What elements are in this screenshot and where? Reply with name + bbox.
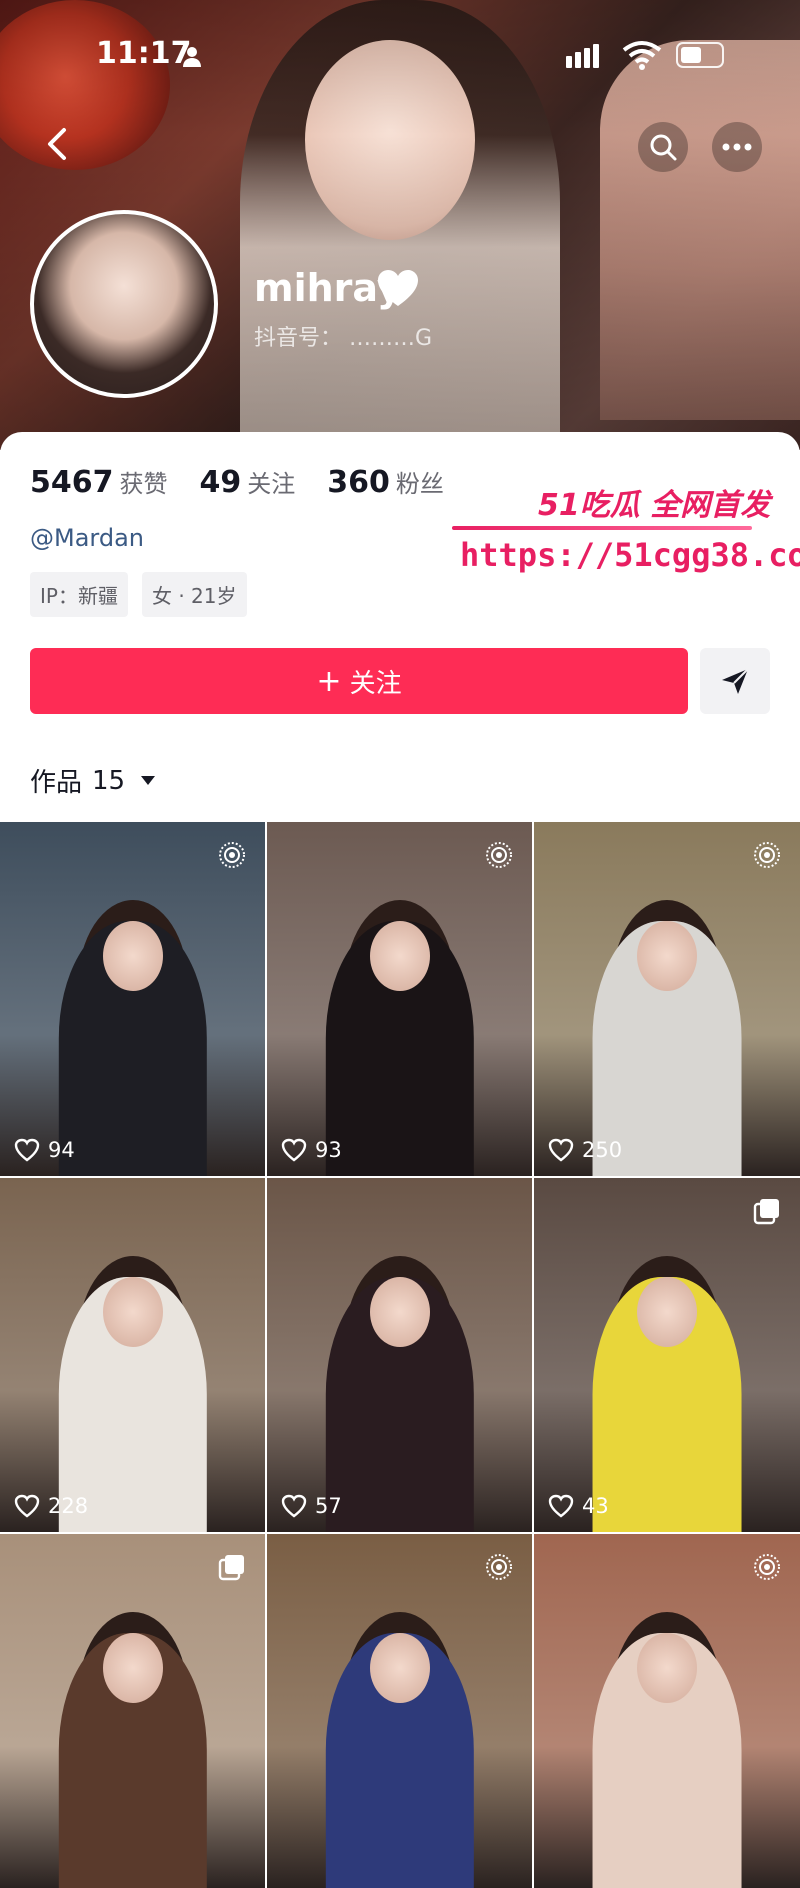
post-subject-face [102,1633,163,1704]
post-like-value: 94 [48,1138,75,1162]
multi-image-icon [217,1552,247,1582]
user-handle: @Mardan [30,524,145,552]
post-tile[interactable] [0,1534,265,1888]
live-photo-icon [484,1552,514,1582]
post-like-value: 250 [582,1138,623,1162]
works-tab[interactable]: 作品 15 [30,762,156,799]
post-subject-face [637,921,697,992]
person-icon [183,47,201,67]
post-like-value: 93 [315,1138,342,1162]
profile-tags: IP：新疆 女 · 21岁 [30,572,247,617]
stat-likes[interactable]: 5467 获赞 [30,464,168,500]
stat-followers-label: 粉丝 [395,470,444,498]
search-button[interactable] [638,122,688,172]
post-tile[interactable]: 228 [0,1178,265,1532]
posts-grid: 94 93 250 228 57 43 [0,822,800,1888]
multi-image-icon [752,1196,782,1226]
battery-icon [676,42,724,68]
stat-followers[interactable]: 360 粉丝 [327,464,444,500]
post-like-count: 94 [14,1138,75,1162]
stats-row: 5467 获赞 49 关注 360 粉丝 [30,464,444,500]
works-count: 15 [92,765,126,796]
stat-likes-value: 5467 [30,465,114,500]
watermark-title: 51吃瓜 全网首发 [538,488,771,523]
post-tile[interactable]: 94 [0,822,265,1176]
send-message-button[interactable] [700,648,770,714]
post-like-value: 43 [582,1494,609,1518]
post-subject-face [369,1633,430,1704]
paper-plane-icon [722,668,749,694]
tag-ip: IP：新疆 [30,572,128,617]
douyin-id: 抖音号： ………G [254,320,432,352]
stat-followers-value: 360 [327,465,390,500]
post-tile[interactable]: 43 [534,1178,800,1532]
watermark-underline [452,526,752,530]
post-like-count: 250 [548,1138,622,1162]
plus-icon: + [316,663,342,699]
live-photo-icon [752,1552,782,1582]
tag-gender-age: 女 · 21岁 [141,572,247,617]
heart-outline-icon [548,1494,574,1518]
back-button[interactable] [36,122,80,166]
post-like-count: 93 [281,1138,342,1162]
post-tile[interactable] [534,1534,800,1888]
heart-outline-icon [14,1138,40,1162]
follow-button[interactable]: + 关注 [30,648,688,714]
post-like-count: 228 [14,1494,88,1518]
profile-header-cover: 11:17 mihray 抖音号： ………G [0,0,800,450]
avatar[interactable] [30,210,218,398]
white-heart-icon [378,270,418,306]
stat-following[interactable]: 49 关注 [200,464,296,500]
watermark: 51吃瓜 全网首发 https://51cgg38.com [452,480,800,580]
post-tile[interactable]: 57 [267,1178,532,1532]
post-tile[interactable]: 250 [534,822,800,1176]
post-tile[interactable]: 93 [267,822,532,1176]
post-like-count: 43 [548,1494,609,1518]
douyin-id-value: ………G [349,326,433,351]
stat-likes-label: 获赞 [119,470,168,498]
post-like-count: 57 [281,1494,342,1518]
more-dots-icon [722,143,752,151]
heart-outline-icon [14,1494,40,1518]
stat-following-label: 关注 [247,470,296,498]
stat-following-value: 49 [199,465,242,500]
post-like-value: 228 [48,1494,89,1518]
post-like-value: 57 [315,1494,342,1518]
post-subject-face [102,1277,163,1348]
post-subject-face [637,1633,697,1704]
status-bar: 11:17 [0,30,800,82]
search-icon [650,134,677,161]
works-label: 作品 [30,768,83,798]
post-tile[interactable] [267,1534,532,1888]
follow-button-label: 关注 [349,668,402,699]
caret-down-icon [141,776,156,785]
heart-outline-icon [281,1494,307,1518]
post-subject-face [369,1277,430,1348]
status-time: 11:17 [96,36,192,71]
post-subject-face [369,921,430,992]
live-photo-icon [484,840,514,870]
live-photo-icon [752,840,782,870]
signal-icon [566,44,599,68]
more-options-button[interactable] [712,122,762,172]
live-photo-icon [217,840,247,870]
post-subject-face [102,921,163,992]
heart-outline-icon [548,1138,574,1162]
heart-outline-icon [281,1138,307,1162]
wifi-icon [622,41,662,70]
douyin-id-label: 抖音号： [254,326,343,351]
watermark-url: https://51cgg38.com [460,536,800,574]
post-subject-face [637,1277,697,1348]
